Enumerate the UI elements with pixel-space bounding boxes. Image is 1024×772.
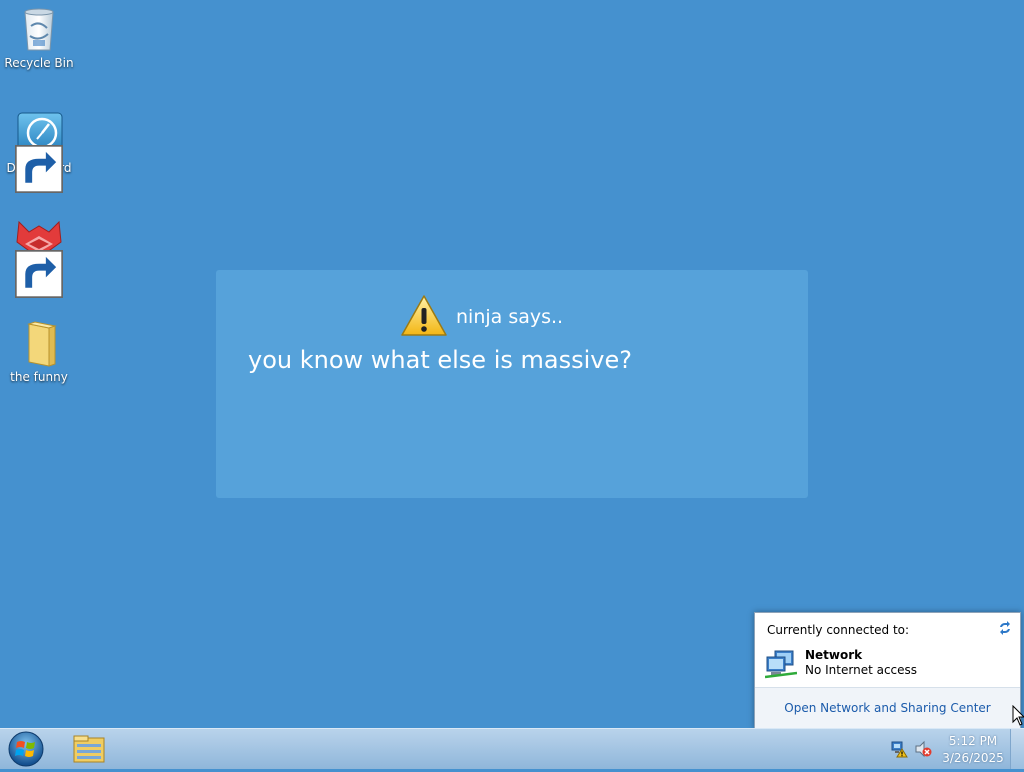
show-desktop-button[interactable] xyxy=(1010,729,1024,769)
shortcut-arrow-icon xyxy=(15,145,63,193)
r3dfox-icon xyxy=(15,216,63,298)
network-flyout: Currently connected to: Network No Inter… xyxy=(754,612,1021,729)
desktop-icon-the-funny[interactable]: the funny xyxy=(0,320,78,384)
message-text: you know what else is massive? xyxy=(248,346,632,374)
network-flyout-title: Currently connected to: xyxy=(767,623,910,637)
mouse-cursor-icon xyxy=(1012,704,1024,727)
volume-muted-icon[interactable] xyxy=(914,740,932,758)
folder-icon xyxy=(15,320,63,368)
dashboard-icon xyxy=(15,111,63,193)
message-sender: ninja says.. xyxy=(456,306,564,328)
desktop: { "desktop": { "icons": [ {"label": "Rec… xyxy=(0,0,1024,769)
network-status: No Internet access xyxy=(805,663,918,677)
desktop-icon-label: the funny xyxy=(10,370,68,384)
network-name: Network xyxy=(805,648,863,662)
file-explorer-icon xyxy=(73,735,105,763)
taskbar: 5:12 PM 3/26/2025 xyxy=(0,728,1024,769)
desktop-icon-recycle-bin[interactable]: Recycle Bin xyxy=(0,6,78,70)
desktop-icon-label: Recycle Bin xyxy=(4,56,74,70)
shortcut-arrow-icon xyxy=(15,250,63,298)
message-panel: ninja says.. you know what else is massi… xyxy=(216,270,808,498)
start-orb-icon xyxy=(8,731,44,767)
clock-date: 3/26/2025 xyxy=(942,751,1004,765)
desktop-icon-dashboard[interactable]: Dashboard xyxy=(0,111,78,193)
network-flyout-footer: Open Network and Sharing Center xyxy=(755,687,1020,729)
start-button[interactable] xyxy=(6,730,46,768)
network-flyout-body: Currently connected to: Network No Inter… xyxy=(755,613,1020,687)
clock-time: 5:12 PM xyxy=(948,734,998,748)
message-header: ninja says.. xyxy=(400,294,563,338)
open-network-sharing-center-link[interactable]: Open Network and Sharing Center xyxy=(755,701,1020,715)
network-icon xyxy=(764,649,798,679)
recycle-bin-icon xyxy=(15,6,63,54)
refresh-icon[interactable] xyxy=(996,619,1014,637)
network-warning-icon[interactable] xyxy=(890,740,908,758)
file-explorer-taskbar-button[interactable] xyxy=(66,730,112,768)
warning-icon xyxy=(400,294,448,338)
taskbar-clock[interactable]: 5:12 PM 3/26/2025 xyxy=(938,733,1008,767)
desktop-icon-r3dfox[interactable]: r3dfox xyxy=(0,216,78,298)
